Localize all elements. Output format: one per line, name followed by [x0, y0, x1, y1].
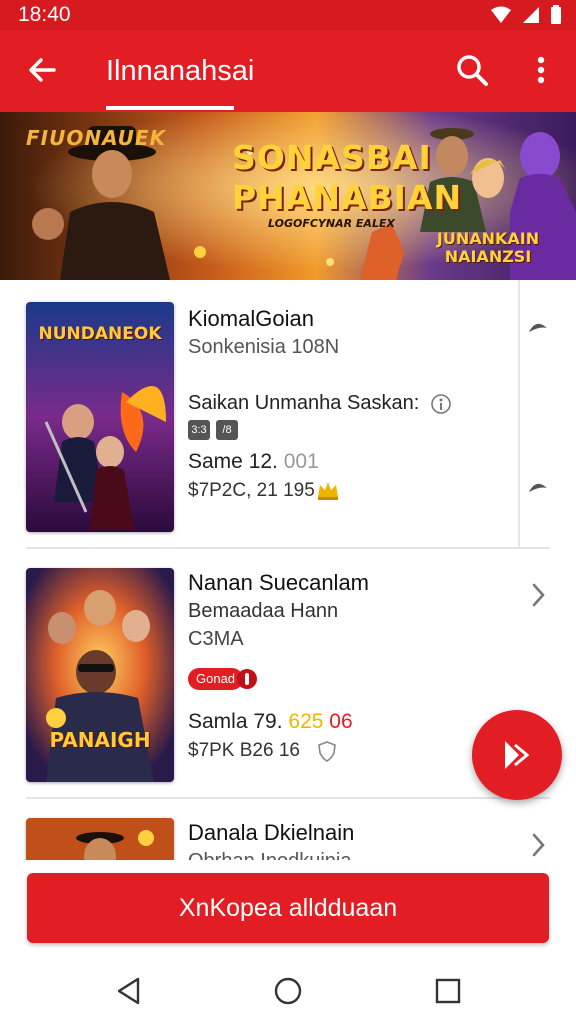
more-vert-icon[interactable] [524, 50, 558, 90]
info-icon[interactable] [430, 393, 452, 415]
status-badge: Gonad [188, 668, 244, 690]
chevron-right-icon[interactable] [526, 580, 550, 610]
game-cover-image: PANAIGH [26, 568, 174, 782]
item-price: $7P2C, 21 195 [188, 480, 315, 501]
item-version-extra: 001 [283, 450, 319, 473]
item-title: Nanan Suecanlam [188, 570, 370, 595]
game-cover-image: NUNDANEOK [26, 302, 174, 532]
item-description: Saikan Unmanha Saskan: [188, 392, 420, 414]
item-version-extra-1: 625 [288, 710, 324, 733]
shield-badge-icon [237, 669, 257, 689]
play-fab-button[interactable] [472, 710, 562, 800]
list-item[interactable]: Danala Dkielnain Obrhan Inodkuinia... [0, 798, 576, 860]
signal-icon [523, 7, 539, 23]
item-title: Danala Dkielnain [188, 820, 355, 845]
banner-corner-text: JUNANKAIN NAIANZSI [436, 229, 540, 266]
page-title: Ilnnanahsai [106, 55, 255, 87]
item-version-extra-2: 06 [329, 710, 353, 733]
status-bar: 18:40 [0, 0, 576, 30]
back-triangle-icon[interactable] [112, 974, 146, 1008]
recents-square-icon[interactable] [431, 974, 465, 1008]
banner-top-left-text: FIUONAUEK [26, 126, 167, 150]
system-nav-bar [0, 958, 576, 1024]
game-cover-image [26, 818, 174, 860]
banner-headline-1: SONASBAI [232, 138, 432, 177]
item-subtitle: Bemaadaa Hann [188, 600, 339, 622]
item-price: $7PK B26 16 [188, 740, 300, 761]
app-bar: Ilnnanahsai [0, 30, 576, 112]
tag-badge: 3:3 [188, 420, 210, 440]
primary-action-button[interactable]: XnKopea alldduaan [27, 873, 549, 943]
shark-fin-icon [529, 483, 547, 492]
item-version: Same 12. 001 [188, 450, 319, 474]
item-title: KiomalGoian [188, 306, 314, 331]
system-icons [490, 5, 562, 25]
chevron-right-icon[interactable] [526, 830, 550, 860]
item-version-label: Samla 79. [188, 710, 283, 733]
play-forward-icon [505, 741, 530, 769]
arrow-back-icon[interactable] [22, 50, 62, 90]
home-circle-icon[interactable] [271, 974, 305, 1008]
tag-badge: /8 [216, 420, 238, 440]
item-version: Samla 79. 625 06 [188, 710, 353, 734]
battery-icon [551, 5, 561, 24]
wifi-icon [491, 6, 511, 23]
status-badge-label: Gonad [196, 671, 236, 686]
item-subtitle: Sonkenisia 108N [188, 336, 340, 358]
status-time: 18:40 [18, 3, 71, 26]
banner-tagline: LOGOFCYNAR EALEX [268, 217, 395, 230]
item-version-label: Same 12. [188, 450, 278, 473]
promo-banner[interactable]: FIUONAUEK SONASBAI PHANABIAN LOGOFCYNAR … [0, 112, 576, 280]
banner-headline-2: PHANABIAN [232, 178, 463, 217]
shield-icon [318, 741, 336, 762]
item-subtitle: Obrhan Inodkuinia... [188, 850, 368, 860]
cover-title: NUNDANEOK [38, 324, 162, 344]
shark-fin-icon [529, 323, 547, 332]
list-item[interactable]: NUNDANEOK KiomalGoian Sonkenisia 108N Sa… [0, 280, 576, 549]
cover-title: PANAIGH [49, 728, 151, 752]
crown-icon [318, 482, 338, 500]
item-genre: C3MA [188, 628, 244, 650]
search-icon[interactable] [452, 50, 492, 90]
title-underline [106, 106, 234, 110]
